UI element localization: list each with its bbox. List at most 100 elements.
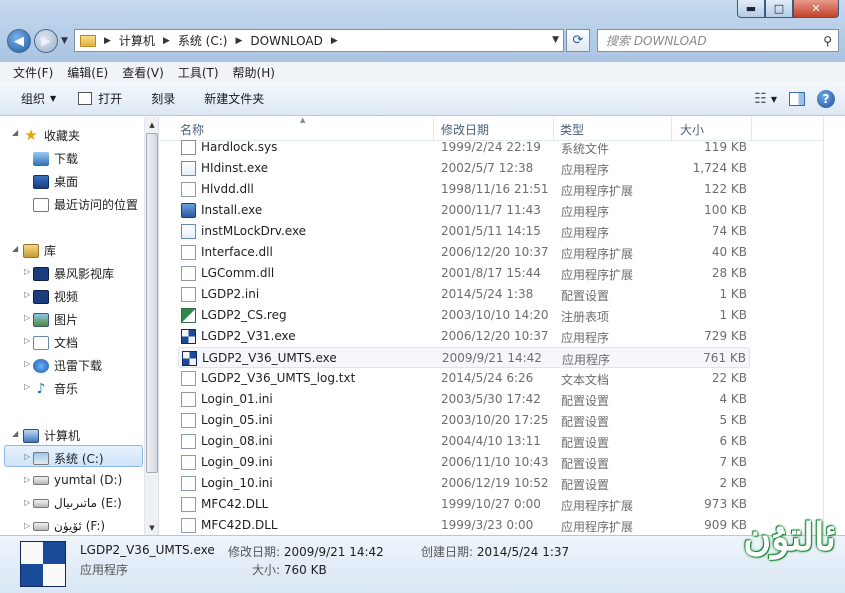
nav-downloads[interactable]: 下载 [33,150,78,167]
baofeng-library-icon [33,266,49,281]
file-row[interactable]: Login_10.ini 2006/12/19 10:52 配置设置 2 KB [178,473,750,494]
file-list-scrollbar[interactable]: ▲ ▼ [823,117,824,535]
menu-view[interactable]: 查看(V) [115,64,171,81]
recent-pages-dropdown[interactable]: ▼ [61,36,68,46]
help-icon[interactable]: ? [817,90,835,108]
nav-computer-label: 计算机 [44,429,81,443]
file-row[interactable]: MFC42.DLL 1999/10/27 0:00 应用程序扩展 973 KB [178,494,750,515]
nav-music[interactable]: ▷ ♪ 音乐 [24,380,78,397]
expand-triangle-icon[interactable]: ▷ [24,382,30,391]
collapse-triangle-icon[interactable]: ◢ [12,244,18,253]
open-label: 打开 [98,92,123,106]
file-row[interactable]: Login_09.ini 2006/11/10 10:43 配置设置 7 KB [178,452,750,473]
file-row[interactable]: LGDP2_V31.exe 2006/12/20 10:37 应用程序 729 KB [178,326,750,347]
chevron-down-icon[interactable]: ▼ [771,95,777,104]
nav-scrollbar-thumb[interactable] [146,133,158,473]
expand-triangle-icon[interactable]: ▷ [24,290,30,299]
file-row[interactable]: Login_01.ini 2003/5/30 17:42 配置设置 4 KB [178,389,750,410]
file-row[interactable]: Interface.dll 2006/12/20 10:37 应用程序扩展 40 KB [178,242,750,263]
breadcrumb-computer[interactable]: 计算机 [119,32,155,49]
new-folder-button[interactable]: 新建文件夹 [204,90,264,107]
nav-xunlei[interactable]: ▷ 迅雷下载 [24,357,102,374]
collapse-triangle-icon[interactable]: ◢ [12,429,18,438]
column-divider[interactable] [751,117,752,141]
nav-favorites[interactable]: ◢ ★ 收藏夹 [12,126,80,144]
search-box[interactable]: ⚲ [597,29,839,52]
expand-triangle-icon[interactable]: ▷ [24,475,30,484]
file-row[interactable]: MFC42D.DLL 1999/3/23 0:00 应用程序扩展 909 KB [178,515,750,535]
expand-triangle-icon[interactable]: ▷ [24,359,30,368]
file-row[interactable]: LGDP2_CS.reg 2003/10/10 14:20 注册表项 1 KB [178,305,750,326]
file-name: Interface.dll [201,245,273,259]
nav-documents[interactable]: ▷ 文档 [24,334,78,351]
nav-computer[interactable]: ◢ 计算机 [12,427,80,444]
organize-button[interactable]: 组织 ▼ [21,90,56,107]
column-type[interactable]: 类型 [560,121,584,138]
minimize-button[interactable]: ▬ [737,0,765,18]
expand-triangle-icon[interactable]: ▷ [24,498,30,507]
file-date: 2003/5/30 17:42 [441,392,541,406]
address-history-dropdown[interactable]: ▼ [552,35,559,45]
address-bar[interactable]: ▶ 计算机 ▶ 系统 (C:) ▶ DOWNLOAD ▶ ▼ [74,29,564,52]
forward-button[interactable]: ▶ [34,29,58,53]
nav-desktop-label: 桌面 [54,175,79,189]
expand-triangle-icon[interactable]: ▷ [24,267,30,276]
file-row[interactable]: Hlvdd.dll 1998/11/16 21:51 应用程序扩展 122 KB [178,179,750,200]
column-size[interactable]: 大小 [680,121,704,138]
nav-drive-f[interactable]: ▷ ئۆيۈن (F:) [24,519,105,533]
file-row[interactable]: LGDP2.ini 2014/5/24 1:38 配置设置 1 KB [178,284,750,305]
menu-help[interactable]: 帮助(H) [226,64,282,81]
nav-drive-e[interactable]: ▷ ماتىرىيال (E:) [24,496,122,510]
file-row[interactable]: HIdinst.exe 2002/5/7 12:38 应用程序 1,724 KB [178,158,750,179]
search-input[interactable] [606,33,816,48]
breadcrumb-chevron-icon[interactable]: ▶ [163,36,170,46]
open-button[interactable]: 打开 [78,90,122,107]
file-row[interactable]: Install.exe 2000/11/7 11:43 应用程序 100 KB [178,200,750,221]
preview-pane-icon[interactable] [789,92,805,106]
nav-drive-d[interactable]: ▷ yumtal (D:) [24,473,122,487]
column-date[interactable]: 修改日期 [441,121,489,138]
nav-videos[interactable]: ▷ 视频 [24,288,78,305]
expand-triangle-icon[interactable]: ▷ [24,452,30,461]
back-button[interactable]: ◀ [7,29,31,53]
file-row[interactable]: instMLockDrv.exe 2001/5/11 14:15 应用程序 74 KB [178,221,750,242]
scroll-down-arrow-icon[interactable]: ▼ [145,520,158,535]
breadcrumb-chevron-icon[interactable]: ▶ [104,36,111,46]
nav-drive-c[interactable]: ▷ 系统 (C:) [24,450,104,467]
burn-button[interactable]: 刻录 [151,90,175,107]
file-row[interactable]: Login_08.ini 2004/4/10 13:11 配置设置 6 KB [178,431,750,452]
file-row[interactable]: Login_05.ini 2003/10/20 17:25 配置设置 5 KB [178,410,750,431]
search-icon[interactable]: ⚲ [823,34,832,48]
nav-desktop[interactable]: 桌面 [33,173,78,190]
view-options-icon[interactable]: ☷ [754,91,767,107]
breadcrumb-chevron-icon[interactable]: ▶ [331,36,338,46]
scroll-up-arrow-icon[interactable]: ▲ [145,117,158,132]
file-type: 应用程序扩展 [561,499,634,513]
breadcrumb-download[interactable]: DOWNLOAD [250,34,322,48]
breadcrumb-drive-c[interactable]: 系统 (C:) [178,32,228,49]
file-date: 2009/9/21 14:42 [442,351,542,365]
file-row[interactable]: LGComm.dll 2001/8/17 15:44 应用程序扩展 28 KB [178,263,750,284]
close-button[interactable]: ✕ [793,0,839,18]
expand-triangle-icon[interactable]: ▷ [24,313,30,322]
menu-tools[interactable]: 工具(T) [171,64,226,81]
file-name: Login_05.ini [201,413,273,427]
file-row[interactable]: LGDP2_V36_UMTS_log.txt 2014/5/24 6:26 文本文档… [178,368,750,389]
breadcrumb-chevron-icon[interactable]: ▶ [235,36,242,46]
menu-file[interactable]: 文件(F) [6,64,60,81]
column-name[interactable]: 名称 [180,121,204,138]
nav-recent-places[interactable]: 最近访问的位置 [33,196,138,213]
maximize-button[interactable]: □ [765,0,793,18]
nav-pictures[interactable]: ▷ 图片 [24,311,78,328]
nav-libraries[interactable]: ◢ 库 [12,242,56,259]
menu-edit[interactable]: 编辑(E) [60,64,115,81]
expand-triangle-icon[interactable]: ▷ [24,521,30,530]
file-row[interactable]: Hardlock.sys 1999/2/24 22:19 系统文件 119 KB [178,137,750,158]
collapse-triangle-icon[interactable]: ◢ [12,128,18,137]
refresh-button[interactable]: ⟳ [566,29,590,52]
file-row[interactable]: LGDP2_V36_UMTS.exe 2009/9/21 14:42 应用程序 761… [178,347,750,368]
nav-scrollbar[interactable]: ▲ ▼ [144,117,158,535]
nav-baofeng[interactable]: ▷ 暴风影视库 [24,265,114,282]
expand-triangle-icon[interactable]: ▷ [24,336,30,345]
file-date: 1999/3/23 0:00 [441,518,534,532]
